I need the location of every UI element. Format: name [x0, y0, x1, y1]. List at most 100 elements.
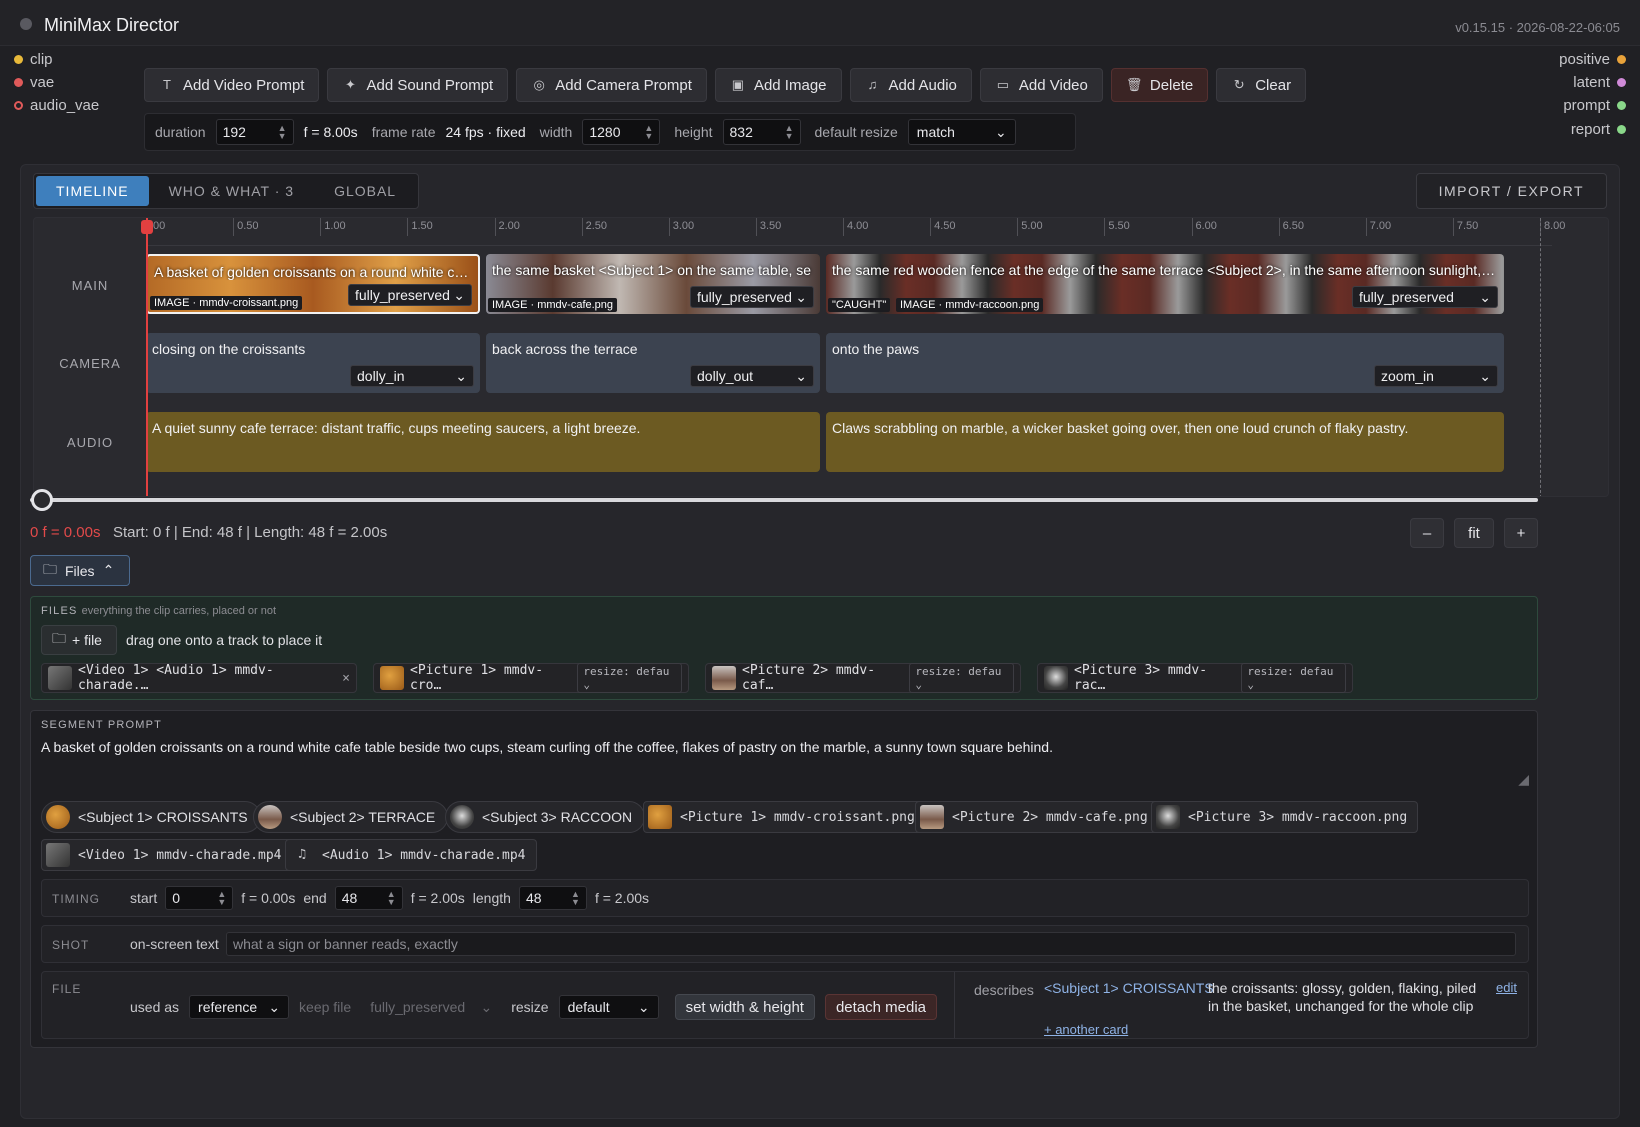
reference-chip[interactable]: <Video 1> mmdv-charade.mp4 [41, 839, 293, 871]
stepper-icon[interactable]: ▲ ▼ [571, 890, 580, 907]
zoom-fit-button[interactable]: fit [1454, 518, 1494, 548]
text-icon: T [163, 77, 171, 92]
subject-chip[interactable]: <Subject 1> CROISSANTS [41, 801, 261, 833]
select-value: fully_preserved [355, 287, 450, 303]
detach-media-button[interactable]: detach media [824, 994, 938, 1020]
add-video-button[interactable]: ▭ Add Video [979, 68, 1103, 102]
camera-clip[interactable]: closing on the croissants dolly_in ⌄ [146, 333, 480, 393]
output-socket-report[interactable]: report [1571, 121, 1626, 138]
output-socket-latent[interactable]: latent [1573, 74, 1626, 91]
file-chip-picture-3[interactable]: <Picture 3> mmdv-rac… resize: defau ⌄ [1037, 663, 1353, 693]
resize-select[interactable]: resize: defau ⌄ [1241, 663, 1346, 693]
resize-select[interactable]: default ⌄ [558, 995, 659, 1019]
output-socket-prompt[interactable]: prompt [1563, 97, 1626, 114]
input-socket-clip[interactable]: clip [14, 51, 53, 68]
segment-prompt-label: SEGMENT PROMPT [41, 719, 163, 731]
reference-chip[interactable]: <Picture 1> mmdv-croissant.png [643, 801, 926, 833]
subject-chip[interactable]: <Subject 2> TERRACE [253, 801, 449, 833]
playhead[interactable] [146, 218, 148, 496]
refresh-icon: ↻ [1233, 77, 1245, 92]
camera-clip[interactable]: onto the paws zoom_in ⌄ [826, 333, 1504, 393]
current-frame: 0 f = 0.00s [30, 524, 101, 541]
end-input[interactable]: 48 ▲ ▼ [334, 886, 403, 910]
clip-keep-mode-select[interactable]: fully_preserved ⌄ [690, 286, 814, 308]
scrubber-knob[interactable] [31, 489, 53, 511]
add-sound-prompt-button[interactable]: ✦ Add Sound Prompt [327, 68, 509, 102]
time-ruler[interactable]: .00 0.50 1.00 1.50 2.00 2.50 3.00 3.50 4.00 4.50 5… [146, 218, 1565, 246]
file-chip-picture-2[interactable]: <Picture 2> mmdv-caf… resize: defau ⌄ [705, 663, 1021, 693]
edit-link[interactable]: edit [1496, 980, 1517, 995]
zoom-in-button[interactable]: + [1504, 518, 1538, 548]
height-input[interactable]: 832 ▲ ▼ [722, 119, 801, 145]
main-clip-raccoon[interactable]: the same red wooden fence at the edge of… [826, 254, 1504, 314]
add-camera-prompt-button[interactable]: ◎ Add Camera Prompt [516, 68, 707, 102]
ruler-tick: 5.00 [1017, 218, 1043, 236]
duration-input[interactable]: 192 ▲ ▼ [215, 119, 294, 145]
zoom-out-button[interactable]: – [1410, 518, 1444, 548]
camera-move-select[interactable]: zoom_in ⌄ [1374, 365, 1498, 387]
resize-handle-icon[interactable]: ◢ [1518, 771, 1529, 788]
scrubber-track[interactable] [30, 498, 1538, 502]
reference-chip[interactable]: ♫ <Audio 1> mmdv-charade.mp4 [285, 839, 537, 871]
clear-button[interactable]: ↻ Clear [1216, 68, 1307, 102]
stepper-icon[interactable]: ▲ ▼ [387, 890, 396, 907]
socket-label: prompt [1563, 97, 1610, 114]
file-chip-video[interactable]: <Video 1> <Audio 1> mmdv-charade.… × [41, 663, 357, 693]
add-video-prompt-button[interactable]: T Add Video Prompt [144, 68, 320, 102]
select-value: match [916, 124, 955, 140]
stepper-icon[interactable]: ▲ ▼ [644, 124, 653, 141]
tab-timeline[interactable]: TIMELINE [36, 176, 149, 206]
camera-clip[interactable]: back across the terrace dolly_out ⌄ [486, 333, 820, 393]
segment-prompt-text[interactable]: A basket of golden croissants on a round… [41, 739, 1053, 755]
files-toggle-button[interactable]: 🗀 Files ⌃ [30, 555, 130, 586]
default-resize-select[interactable]: match ⌄ [907, 119, 1016, 145]
start-seconds: f = 0.00s [241, 890, 296, 906]
stepper-icon[interactable]: ▲ ▼ [785, 124, 794, 141]
length-input[interactable]: 48 ▲ ▼ [518, 886, 587, 910]
node-status-dot[interactable] [20, 18, 32, 30]
camera-move-select[interactable]: dolly_out ⌄ [690, 365, 814, 387]
resize-select[interactable]: resize: defau ⌄ [909, 663, 1014, 693]
output-socket-positive[interactable]: positive [1559, 51, 1626, 68]
import-export-button[interactable]: IMPORT / EXPORT [1415, 173, 1607, 209]
camera-move-select[interactable]: dolly_in ⌄ [350, 365, 474, 387]
used-as-select[interactable]: reference ⌄ [189, 995, 290, 1019]
duration-value: 192 [222, 124, 246, 140]
stepper-icon[interactable]: ▲ ▼ [217, 890, 226, 907]
tab-global[interactable]: GLOBAL [314, 176, 416, 206]
width-input[interactable]: 1280 ▲ ▼ [582, 119, 661, 145]
input-socket-vae[interactable]: vae [14, 74, 54, 91]
file-row: FILE used as reference ⌄ keep file fully_… [41, 971, 1529, 1039]
music-note-icon: ♫ [298, 847, 306, 862]
audio-clip[interactable]: A quiet sunny cafe terrace: distant traf… [146, 412, 820, 472]
clip-keep-mode-select[interactable]: fully_preserved ⌄ [1352, 286, 1498, 308]
keep-file-select[interactable]: fully_preserved ⌄ [361, 995, 501, 1019]
described-subject-link[interactable]: <Subject 1> CROISSANTS [1044, 980, 1214, 996]
start-input[interactable]: 0 ▲ ▼ [165, 886, 234, 910]
reference-chip[interactable]: <Picture 3> mmdv-raccoon.png [1151, 801, 1419, 833]
file-chip-picture-1[interactable]: <Picture 1> mmdv-cro… resize: defau ⌄ [373, 663, 689, 693]
playhead-handle[interactable] [141, 220, 153, 234]
close-icon[interactable]: × [342, 671, 350, 686]
subject-description: the croissants: glossy, golden, flaking,… [1208, 980, 1477, 996]
tab-who-and-what[interactable]: WHO & WHAT · 3 [149, 176, 314, 206]
main-clip-cafe[interactable]: the same basket <Subject 1> on the same … [486, 254, 820, 314]
stepper-icon[interactable]: ▲ ▼ [278, 124, 287, 141]
input-socket-audio-vae[interactable]: audio_vae [14, 97, 99, 114]
delete-button[interactable]: 🗑 Delete [1110, 68, 1209, 102]
resize-select[interactable]: resize: defau ⌄ [577, 663, 682, 693]
set-width-height-button[interactable]: set width & height [674, 994, 815, 1020]
chevron-up-icon: ⌃ [102, 562, 115, 578]
add-audio-button[interactable]: ♫ Add Audio [849, 68, 972, 102]
subject-chip[interactable]: <Subject 3> RACCOON [445, 801, 646, 833]
timeline-end-marker [1540, 218, 1541, 496]
reference-chip[interactable]: <Picture 2> mmdv-cafe.png [915, 801, 1159, 833]
another-card-link[interactable]: + another card [1044, 1022, 1128, 1037]
add-image-button[interactable]: ▣ Add Image [714, 68, 842, 102]
onscreen-text-input[interactable]: what a sign or banner reads, exactly [226, 932, 1516, 956]
main-clip-croissants[interactable]: A basket of golden croissants on a round… [146, 254, 480, 314]
audio-clip[interactable]: Claws scrabbling on marble, a wicker bas… [826, 412, 1504, 472]
track-label-audio: AUDIO [66, 435, 114, 450]
clip-keep-mode-select[interactable]: fully_preserved ⌄ [348, 284, 472, 306]
add-file-button[interactable]: 🗀 + file [41, 625, 117, 655]
